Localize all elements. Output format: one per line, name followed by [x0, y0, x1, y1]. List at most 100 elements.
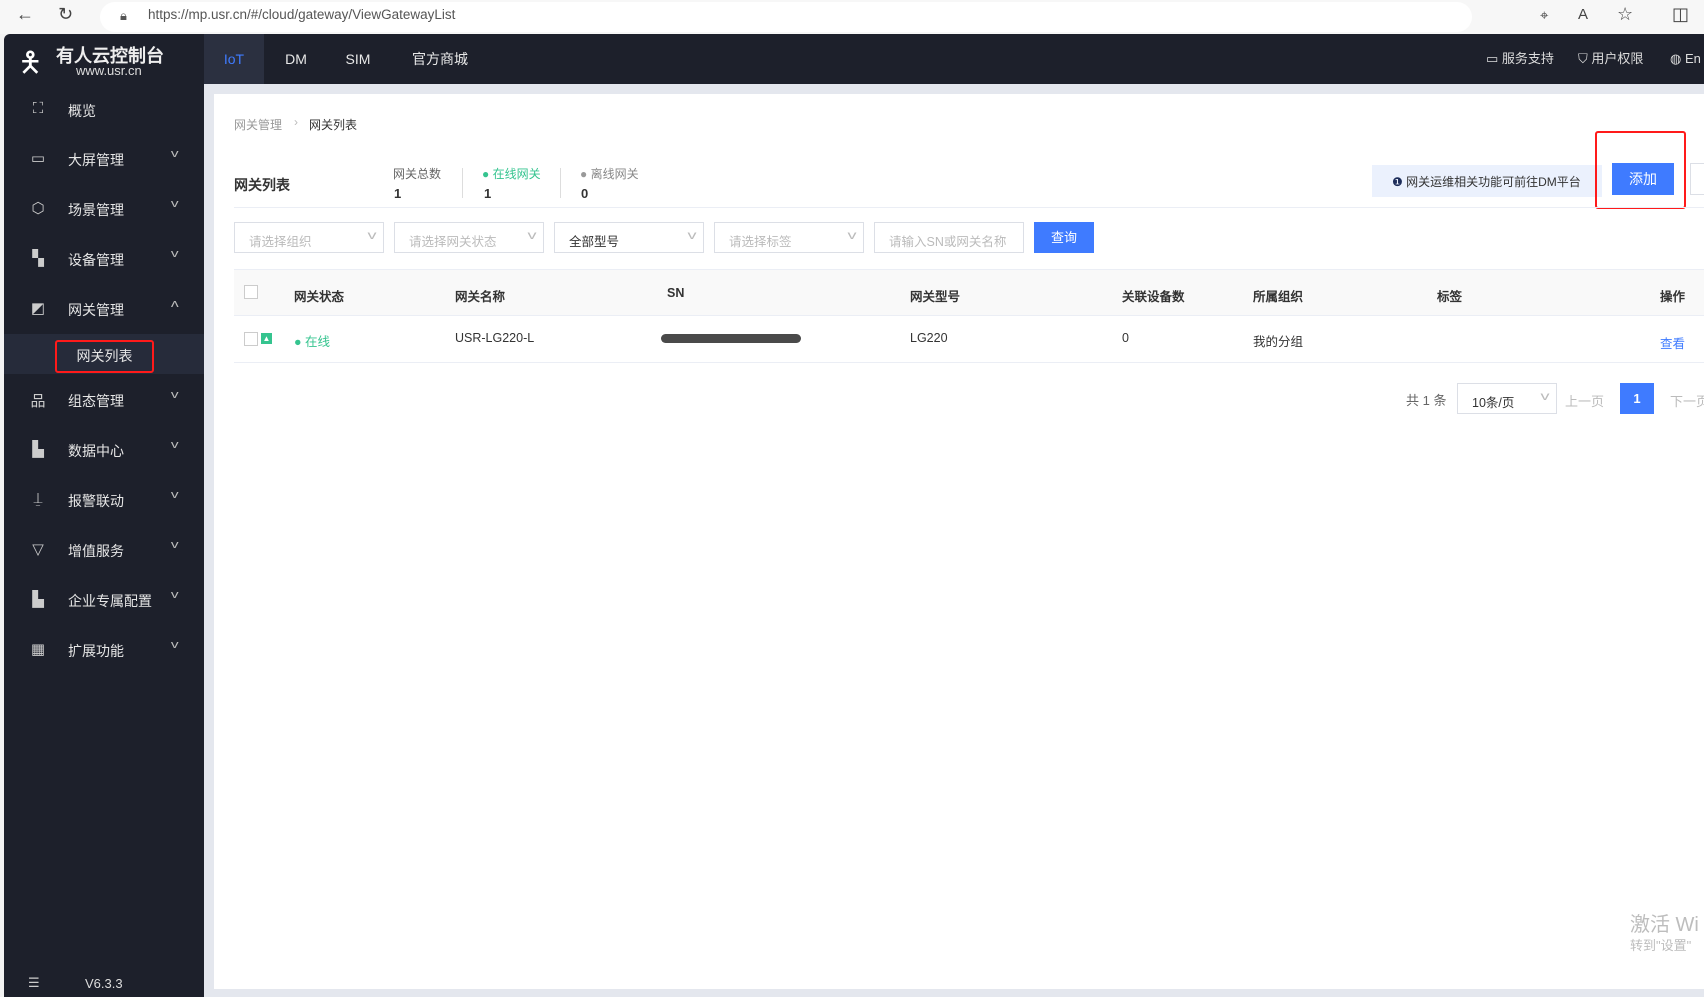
support-label: 服务支持 [1501, 51, 1554, 66]
sidebar-label: 设备管理 [68, 252, 124, 268]
language-link[interactable]: ◍ En [1670, 34, 1701, 84]
overview-icon: ⛶ [32, 100, 44, 117]
sidebar-item-data[interactable]: ▙ 数据中心 v [4, 430, 204, 470]
online-dot-icon: ● [294, 335, 306, 349]
chevron-down-icon: v [170, 639, 179, 651]
sidebar-item-config[interactable]: 品 组态管理 v [4, 380, 204, 420]
tab-dm[interactable]: DM [276, 34, 316, 84]
chat-icon: ▭ [1486, 51, 1502, 66]
lock-icon: 🔒︎ [120, 8, 127, 23]
sidebar-item-enterprise[interactable]: ▙ 企业专属配置 v [4, 580, 204, 620]
chevron-down-icon: v [367, 228, 377, 242]
status-select[interactable]: 请选择网关状态 v [394, 222, 544, 253]
sidebar-label: 扩展功能 [68, 643, 124, 659]
breadcrumb-parent[interactable]: 网关管理 [234, 116, 282, 133]
language-label: En [1684, 51, 1701, 66]
sidebar-subitem-gateway-list[interactable]: 网关列表 [55, 340, 154, 373]
gateway-type-icon: ▲ [261, 333, 272, 344]
stat-offline-label: ● 离线网关 [580, 165, 639, 182]
url-text[interactable]: https://mp.usr.cn/#/cloud/gateway/ViewGa… [148, 7, 455, 22]
chevron-down-icon: v [170, 439, 179, 451]
chevron-down-icon: v [170, 489, 179, 501]
model-cell: LG220 [910, 331, 948, 345]
breadcrumb-separator-icon: › [294, 115, 298, 129]
globe-icon: ◍ [1670, 51, 1685, 66]
sidebar-label: 组态管理 [68, 393, 124, 409]
tab-store[interactable]: 官方商城 [406, 34, 474, 84]
support-link[interactable]: ▭ 服务支持 [1486, 34, 1554, 84]
info-icon: ❶ [1392, 175, 1407, 189]
config-icon: 品 [30, 393, 46, 410]
location-icon[interactable]: ⌖ [1540, 7, 1548, 24]
sidebar-item-device[interactable]: ▚ 设备管理 v [4, 239, 204, 279]
back-icon[interactable]: ← [16, 4, 34, 25]
chevron-down-icon: v [1540, 389, 1550, 403]
sidebar-item-screen[interactable]: ▭ 大屏管理 v [4, 139, 204, 179]
tag-select[interactable]: 请选择标签 v [714, 222, 864, 253]
page-size-value: 10条/页 [1472, 396, 1515, 410]
more-button[interactable] [1690, 163, 1704, 195]
reload-icon[interactable]: ↻ [58, 4, 73, 25]
view-link[interactable]: 查看 [1660, 333, 1685, 352]
next-page-button[interactable]: 下一页 [1670, 391, 1704, 410]
favorite-star-icon[interactable]: ☆ [1617, 4, 1633, 25]
sidebar-item-service[interactable]: ▽ 增值服务 v [4, 530, 204, 570]
select-all-checkbox[interactable] [244, 285, 258, 299]
stat-online-label: ● 在线网关 [482, 165, 541, 182]
prev-page-button[interactable]: 上一页 [1565, 391, 1604, 410]
logo-icon: 🯅 [18, 47, 43, 78]
row-checkbox[interactable] [244, 332, 258, 346]
sidebar-item-alarm[interactable]: ⍊ 报警联动 v [4, 480, 204, 520]
read-aloud-icon[interactable]: A [1578, 6, 1588, 23]
info-banner: ❶ 网关运维相关功能可前往DM平台 [1372, 165, 1602, 197]
shield-icon: ⛉ [1578, 51, 1592, 66]
service-icon: ▽ [32, 541, 44, 558]
collapse-menu-icon[interactable]: ☰ [28, 975, 40, 991]
chevron-down-icon: v [170, 148, 179, 160]
sidebar-item-overview[interactable]: ⛶ 概览 [4, 90, 204, 130]
sidebar-item-extend[interactable]: ▦ 扩展功能 v [4, 630, 204, 670]
divider [560, 168, 561, 198]
gateway-icon: ◩ [30, 300, 46, 317]
info-text: 网关运维相关功能可前往DM平台 [1406, 175, 1581, 189]
column-header: 网关状态 [294, 290, 345, 304]
offline-dot-icon: ● [580, 167, 591, 181]
column-header: 网关型号 [910, 290, 961, 304]
stat-total-label: 网关总数 [393, 167, 442, 181]
column-header: 操作 [1660, 290, 1686, 304]
devices-cell: 0 [1122, 331, 1129, 345]
model-select[interactable]: 全部型号 v [554, 222, 704, 253]
tag-placeholder: 请选择标签 [729, 235, 792, 249]
permissions-label: 用户权限 [1591, 51, 1644, 66]
alarm-icon: ⍊ [33, 490, 43, 507]
divider [234, 207, 1704, 208]
split-screen-icon[interactable]: ◫ [1672, 4, 1689, 25]
tab-sim[interactable]: SIM [338, 34, 378, 84]
stat-online-text: 在线网关 [492, 167, 541, 181]
page-size-select[interactable]: 10条/页 v [1457, 383, 1557, 414]
enterprise-icon: ▙ [32, 591, 44, 608]
tab-iot[interactable]: IoT [204, 34, 264, 84]
page-1-button[interactable]: 1 [1620, 383, 1654, 414]
status-placeholder: 请选择网关状态 [409, 235, 497, 249]
stat-offline-text: 离线网关 [590, 167, 639, 181]
sidebar-item-gateway[interactable]: ◩ 网关管理 v [4, 289, 204, 329]
org-select[interactable]: 请选择组织 v [234, 222, 384, 253]
sidebar-item-scene[interactable]: ⬡ 场景管理 v [4, 189, 204, 229]
permissions-link[interactable]: ⛉ 用户权限 [1578, 34, 1643, 84]
column-header: 网关名称 [455, 290, 506, 304]
query-button[interactable]: 查询 [1034, 222, 1094, 253]
column-header: SN [667, 286, 685, 300]
column-header: 标签 [1437, 290, 1463, 304]
column-header: 所属组织 [1253, 290, 1304, 304]
stat-total-value: 1 [394, 186, 402, 201]
breadcrumb-current: 网关列表 [309, 118, 358, 132]
watermark-line2: 转到"设置" [1630, 938, 1692, 953]
search-input[interactable]: 请输入SN或网关名称 [874, 222, 1024, 253]
chevron-down-icon: v [170, 198, 179, 210]
stat-offline-value: 0 [581, 186, 589, 201]
highlight-box [1595, 131, 1686, 209]
sidebar-label: 数据中心 [68, 443, 124, 459]
scene-icon: ⬡ [31, 200, 45, 217]
status-text: 在线 [305, 335, 331, 349]
